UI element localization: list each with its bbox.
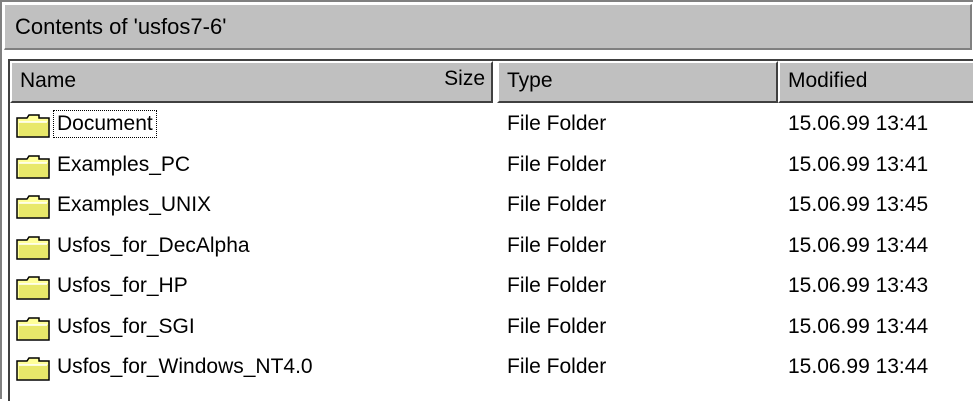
- item-name: Usfos_for_SGI: [57, 314, 195, 338]
- item-name: Usfos_for_HP: [57, 274, 188, 297]
- item-type: File Folder: [507, 274, 607, 297]
- file-list-view[interactable]: Name Size Type Modified Document File Fo…: [8, 59, 973, 401]
- item-type: File Folder: [507, 152, 607, 176]
- contents-title-bar: Contents of 'usfos7-6': [4, 4, 972, 50]
- list-item[interactable]: Usfos_for_DecAlpha File Folder 15.06.99 …: [10, 227, 973, 268]
- item-name: Usfos_for_DecAlpha: [57, 233, 250, 257]
- folder-icon: [16, 235, 50, 260]
- list-item[interactable]: Document File Folder 15.06.99 13:41: [10, 105, 973, 146]
- list-item[interactable]: Examples_UNIX File Folder 15.06.99 13:45: [10, 186, 973, 227]
- item-name: Document: [53, 110, 157, 138]
- item-modified: 15.06.99 13:44: [788, 355, 929, 378]
- folder-icon: [16, 195, 50, 219]
- item-name: Examples_PC: [57, 152, 191, 176]
- folder-icon: [16, 316, 50, 341]
- column-header-row: Name Size Type Modified: [10, 61, 973, 103]
- item-type: File Folder: [507, 193, 607, 216]
- column-header-type[interactable]: Type: [497, 61, 778, 103]
- folder-icon: [16, 154, 50, 179]
- item-name: Examples_UNIX: [57, 193, 212, 216]
- folder-icon: [16, 276, 50, 300]
- item-type: File Folder: [507, 112, 607, 135]
- item-modified: 15.06.99 13:41: [788, 112, 929, 135]
- list-item[interactable]: Usfos_for_HP File Folder 15.06.99 13:43: [10, 267, 973, 308]
- item-modified: 15.06.99 13:41: [788, 152, 929, 176]
- file-list-rows: Document File Folder 15.06.99 13:41 Exam…: [10, 105, 973, 389]
- list-item[interactable]: Examples_PC File Folder 15.06.99 13:41: [10, 146, 973, 187]
- folder-icon: [16, 114, 50, 138]
- item-type: File Folder: [507, 314, 607, 338]
- column-header-modified[interactable]: Modified: [778, 61, 973, 103]
- item-modified: 15.06.99 13:45: [788, 193, 929, 216]
- item-modified: 15.06.99 13:43: [788, 274, 929, 297]
- list-item[interactable]: Usfos_for_SGI File Folder 15.06.99 13:44: [10, 308, 973, 349]
- item-type: File Folder: [507, 233, 607, 257]
- item-modified: 15.06.99 13:44: [788, 233, 929, 257]
- explorer-window: Contents of 'usfos7-6' Name Size Type Mo…: [0, 0, 973, 401]
- item-name: Usfos_for_Windows_NT4.0: [57, 355, 313, 378]
- list-item[interactable]: Usfos_for_Windows_NT4.0 File Folder 15.0…: [10, 348, 973, 389]
- folder-icon: [16, 357, 50, 381]
- item-modified: 15.06.99 13:44: [788, 314, 929, 338]
- item-type: File Folder: [507, 355, 607, 378]
- column-header-size[interactable]: Size: [400, 61, 495, 103]
